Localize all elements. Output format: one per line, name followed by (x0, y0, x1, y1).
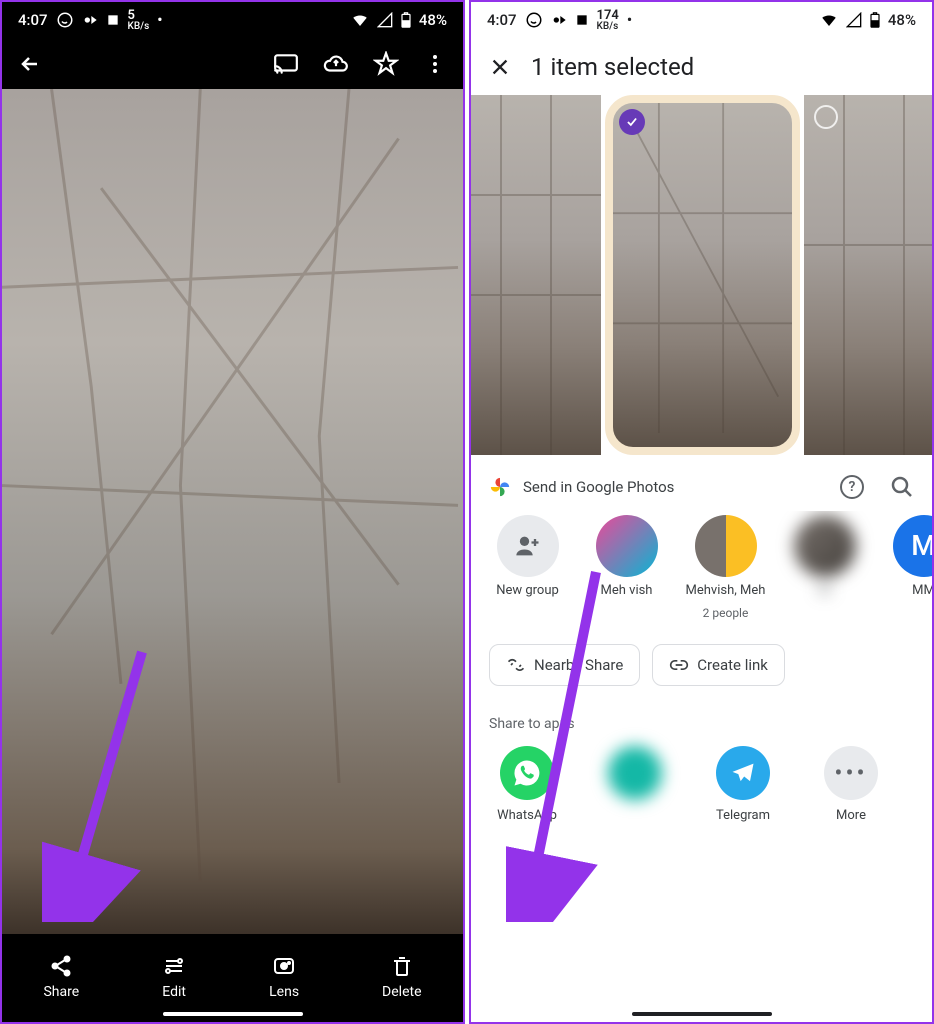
new-group-button[interactable]: New group (485, 515, 570, 620)
telegram-icon (716, 746, 770, 800)
battery-percent: 48% (419, 11, 447, 29)
selection-title: 1 item selected (531, 53, 694, 81)
selected-check-icon (619, 109, 645, 135)
network-speed: 5KB/s (128, 10, 150, 31)
status-time: 4:07 (487, 11, 517, 29)
share-apps-label: Share to apps (471, 716, 932, 746)
photo-viewport[interactable] (2, 89, 463, 934)
box-icon (575, 13, 589, 27)
star-icon[interactable] (373, 51, 399, 77)
lens-button[interactable]: Lens (269, 954, 299, 1000)
more-icon[interactable] (423, 52, 447, 76)
status-bar: 4:07 174KB/s • 48% (471, 2, 932, 39)
photo-strip[interactable] (471, 95, 932, 455)
wifi-icon (820, 11, 838, 29)
thumbnail[interactable] (804, 95, 934, 455)
cloud-upload-icon[interactable] (323, 51, 349, 77)
app-blurred[interactable] (601, 746, 669, 823)
notif-icon (82, 12, 98, 28)
network-speed: 174KB/s (597, 10, 619, 31)
photo-viewer-screen: 4:07 5KB/s • 48% (0, 0, 465, 1024)
edit-button[interactable]: Edit (162, 954, 186, 1000)
apps-row: WhatsApp Telegram ••• More (471, 746, 932, 823)
contact-item[interactable]: M MM (881, 515, 932, 620)
search-icon[interactable] (890, 475, 914, 499)
send-label: Send in Google Photos (523, 478, 828, 496)
back-icon[interactable] (18, 52, 42, 76)
google-photos-icon (489, 476, 511, 498)
whatsapp-icon (500, 746, 554, 800)
delete-button[interactable]: Delete (382, 954, 421, 1000)
whatsapp-notif-icon (525, 11, 543, 29)
thumbnail[interactable] (471, 95, 601, 455)
battery-percent: 48% (888, 11, 916, 29)
share-chips: Nearby Share Create link (471, 644, 932, 716)
nearby-share-button[interactable]: Nearby Share (489, 644, 640, 686)
create-link-button[interactable]: Create link (652, 644, 785, 686)
battery-icon (870, 12, 880, 28)
help-icon[interactable]: ? (840, 475, 864, 499)
cast-icon[interactable] (273, 51, 299, 77)
close-icon[interactable] (489, 56, 511, 78)
notif-icon (551, 12, 567, 28)
bottom-action-bar: Share Edit Lens Delete (2, 934, 463, 1012)
share-sheet-screen: 4:07 174KB/s • 48% 1 item selected (469, 0, 934, 1024)
whatsapp-notif-icon (56, 11, 74, 29)
more-icon: ••• (824, 746, 878, 800)
share-button[interactable]: Share (43, 954, 79, 1000)
contact-item[interactable]: Meh vish (584, 515, 669, 620)
wifi-icon (351, 11, 369, 29)
selection-header: 1 item selected (471, 39, 932, 95)
send-in-photos-row: Send in Google Photos ? (471, 455, 932, 511)
top-bar (2, 39, 463, 89)
telegram-app[interactable]: Telegram (709, 746, 777, 823)
status-time: 4:07 (18, 11, 48, 29)
thumbnail-selected[interactable] (605, 95, 800, 455)
contacts-row[interactable]: New group Meh vish Mehvish, Meh 2 people… (471, 511, 932, 644)
battery-icon (401, 12, 411, 28)
whatsapp-app[interactable]: WhatsApp (493, 746, 561, 823)
home-indicator[interactable] (632, 1012, 772, 1016)
status-bar: 4:07 5KB/s • 48% (2, 2, 463, 39)
home-indicator[interactable] (163, 1012, 303, 1016)
contact-item[interactable]: Mehvish, Meh 2 people (683, 515, 768, 620)
contact-item[interactable]: M (782, 515, 867, 620)
signal-icon (377, 12, 393, 28)
more-apps-button[interactable]: ••• More (817, 746, 885, 823)
signal-icon (846, 12, 862, 28)
box-icon (106, 13, 120, 27)
